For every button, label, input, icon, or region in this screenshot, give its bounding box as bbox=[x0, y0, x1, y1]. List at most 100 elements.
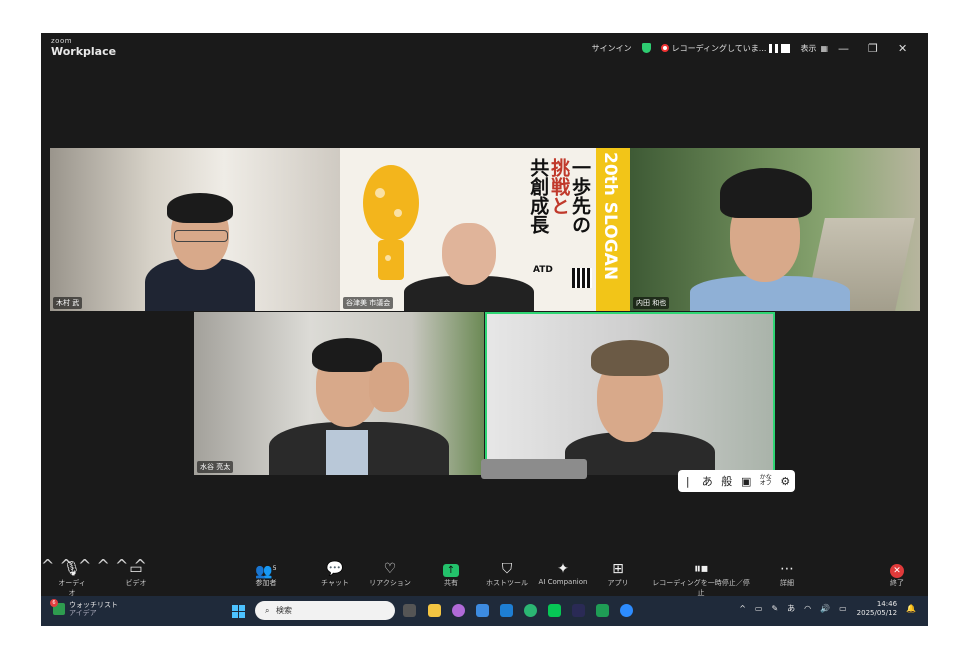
excel-icon[interactable] bbox=[596, 604, 609, 617]
end-label: 終了 bbox=[890, 579, 904, 587]
chat-label: チャット bbox=[321, 579, 349, 587]
start-button[interactable] bbox=[232, 605, 245, 618]
off-label: オフ bbox=[759, 480, 772, 487]
video-button[interactable]: ▭ ビデオ bbox=[119, 560, 153, 588]
pause-icon[interactable] bbox=[769, 43, 779, 53]
watchlist-widget[interactable]: 6 ウォッチリスト アイデア bbox=[50, 599, 118, 618]
camera-icon: ▭ bbox=[129, 561, 143, 577]
video-tile-active-speaker[interactable] bbox=[485, 312, 775, 475]
recording-control-button[interactable]: ⏸⏹ レコーディングを一時停止／停止 bbox=[649, 560, 753, 598]
copilot-icon[interactable] bbox=[452, 604, 465, 617]
volume-icon[interactable]: 🔊 bbox=[820, 604, 830, 613]
zoom-logo: zoom Workplace bbox=[51, 37, 116, 58]
qr-code bbox=[572, 268, 592, 288]
edge-icon[interactable] bbox=[524, 604, 537, 617]
title-bar: zoom Workplace サインイン レコーディングしていま... 表示 ▦… bbox=[41, 33, 928, 63]
clock[interactable]: 14:46 2025/05/12 bbox=[857, 600, 897, 618]
more-button[interactable]: ⋯ 詳細 bbox=[771, 560, 803, 588]
video-tile[interactable]: 木村 武 bbox=[50, 148, 340, 311]
more-icon: ⋯ bbox=[780, 561, 794, 577]
share-button[interactable]: ↑ 共有 bbox=[431, 560, 471, 588]
participants-button[interactable]: 👥5 参加者 bbox=[246, 560, 286, 588]
apps-label: アプリ bbox=[607, 579, 629, 587]
recording-control-label: レコーディングを一時停止／停止 bbox=[652, 579, 750, 597]
slogan-text: 20th SLOGAN bbox=[600, 152, 620, 281]
end-icon: ✕ bbox=[890, 564, 904, 578]
taskbar-search[interactable]: ⌕ 検索 bbox=[255, 601, 395, 620]
headline-2: 挑戦と bbox=[548, 158, 571, 215]
poster-headline: 一歩先の 挑戦と 共創成長 bbox=[527, 158, 591, 234]
display-icon[interactable]: ▭ bbox=[755, 604, 763, 613]
line-icon[interactable] bbox=[548, 604, 561, 617]
reactions-button[interactable]: ♡ リアクション bbox=[367, 560, 413, 588]
ime-toolbar[interactable]: | あ 般 ▣ かな オフ ⚙ bbox=[678, 470, 795, 492]
notification-bell-icon[interactable]: 🔔 bbox=[906, 604, 916, 613]
end-button[interactable]: ✕ 終了 bbox=[881, 560, 913, 588]
chevron-up-icon[interactable]: ^ bbox=[739, 604, 746, 613]
clock-time: 14:46 bbox=[876, 600, 898, 608]
windows-taskbar: 6 ウォッチリスト アイデア ⌕ 検索 ^ ▭ ✎ あ ◠ 🔊 ▭ 14:46 … bbox=[41, 596, 928, 626]
ime-settings-icon[interactable]: ⚙ bbox=[776, 475, 796, 488]
wifi-icon[interactable]: ◠ bbox=[804, 604, 811, 613]
battery-icon[interactable]: ▭ bbox=[839, 604, 847, 613]
chat-button[interactable]: 💬 チャット bbox=[313, 560, 357, 588]
zoom-window: zoom Workplace サインイン レコーディングしていま... 表示 ▦… bbox=[41, 33, 928, 626]
restore-button[interactable]: ❐ bbox=[868, 42, 898, 55]
brand-small: zoom bbox=[51, 37, 73, 45]
shield-icon: ⛉ bbox=[501, 561, 513, 577]
app-icon[interactable] bbox=[572, 604, 585, 617]
participant-name: 内田 和也 bbox=[633, 297, 670, 309]
ime-mode-button[interactable]: あ bbox=[698, 473, 718, 489]
meeting-toolbar: 🎙 オーディオ ^ ▭ ビデオ ^ 👥5 参加者 ^ 💬 チャット ^ ♡ リア… bbox=[41, 556, 928, 598]
close-button[interactable]: ✕ bbox=[898, 42, 928, 55]
audio-button[interactable]: 🎙 オーディオ bbox=[55, 560, 89, 598]
security-shield-icon[interactable] bbox=[641, 43, 651, 53]
video-tile[interactable]: 水谷 亮太 bbox=[194, 312, 484, 475]
ime-grip[interactable]: | bbox=[678, 475, 698, 488]
notification-badge: 6 bbox=[50, 599, 58, 608]
apps-button[interactable]: ⊞ アプリ bbox=[601, 560, 635, 588]
ime-kana-toggle[interactable]: かな オフ bbox=[756, 475, 776, 487]
share-arrow-icon: ↑ bbox=[443, 564, 459, 577]
ime-tools-icon[interactable]: ▣ bbox=[737, 475, 757, 488]
chat-caret-icon[interactable]: ^ bbox=[97, 556, 110, 575]
signin-button[interactable]: サインイン bbox=[592, 43, 632, 54]
ai-companion-button[interactable]: ✦ AI Companion bbox=[533, 560, 593, 586]
view-button[interactable]: 表示 ▦ bbox=[800, 43, 828, 54]
ime-indicator[interactable]: あ bbox=[787, 603, 795, 614]
outlook-icon[interactable] bbox=[500, 604, 513, 617]
signin-label: サインイン bbox=[591, 43, 632, 53]
slogan-strip: 20th SLOGAN bbox=[596, 148, 630, 311]
participants-count: 5 bbox=[272, 565, 277, 572]
pause-stop-icon: ⏸⏹ bbox=[694, 561, 708, 577]
headline-3: 共創成長 bbox=[527, 158, 550, 234]
video-label: ビデオ bbox=[125, 579, 147, 587]
system-tray: ^ ▭ ✎ あ ◠ 🔊 ▭ 14:46 2025/05/12 🔔 bbox=[730, 600, 916, 618]
headline-1: 一歩先の bbox=[569, 158, 591, 234]
zoom-icon[interactable] bbox=[620, 604, 633, 617]
clock-date: 2025/05/12 bbox=[856, 608, 898, 617]
task-view-icon[interactable] bbox=[403, 604, 416, 617]
stop-icon[interactable] bbox=[781, 43, 791, 53]
video-tile[interactable]: 一歩先の 挑戦と 共創成長 20th SLOGAN ATD 谷津美 市議会 bbox=[340, 148, 630, 311]
sparkle-icon: ✦ bbox=[557, 561, 569, 577]
participant-name: 木村 武 bbox=[53, 297, 83, 309]
ai-companion-label: AI Companion bbox=[538, 578, 588, 586]
heart-icon: ♡ bbox=[383, 561, 397, 577]
file-explorer-icon[interactable] bbox=[428, 604, 441, 617]
audio-options-caret-icon[interactable]: ^ bbox=[41, 556, 54, 575]
chat-icon: 💬 bbox=[326, 561, 344, 577]
store-icon[interactable] bbox=[476, 604, 489, 617]
lightbulb-illustration bbox=[363, 165, 419, 280]
search-placeholder: 検索 bbox=[276, 606, 293, 615]
microphone-icon: 🎙 bbox=[63, 561, 81, 577]
recording-status: レコーディングしていま... bbox=[671, 43, 767, 53]
host-tools-button[interactable]: ⛉ ホストツール bbox=[485, 560, 529, 588]
pen-icon[interactable]: ✎ bbox=[771, 604, 778, 613]
share-label: 共有 bbox=[444, 579, 458, 587]
video-tile[interactable]: 内田 和也 bbox=[630, 148, 920, 311]
participant-name: 水谷 亮太 bbox=[197, 461, 234, 473]
recording-indicator[interactable]: レコーディングしていま... bbox=[660, 43, 791, 54]
ime-dictionary-button[interactable]: 般 bbox=[717, 473, 737, 489]
minimize-button[interactable]: — bbox=[838, 42, 868, 55]
